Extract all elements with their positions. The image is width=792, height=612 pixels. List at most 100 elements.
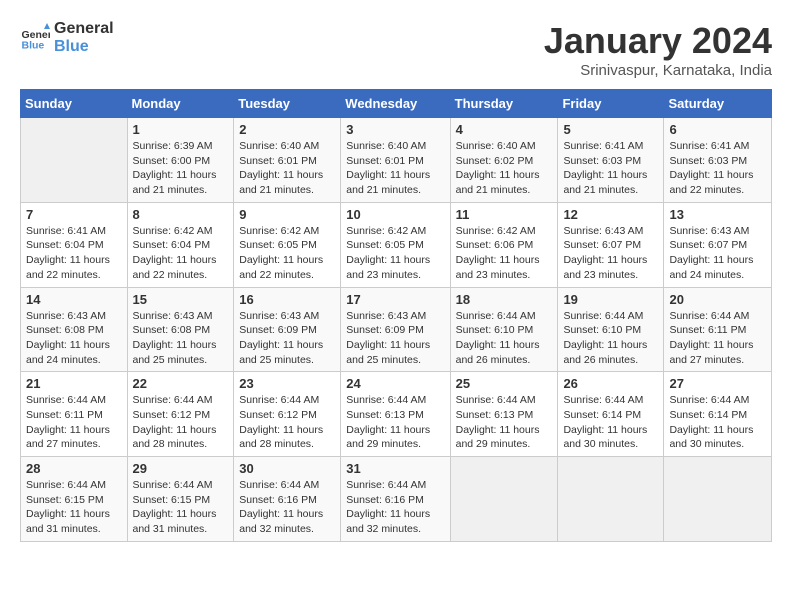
day-number: 6 xyxy=(669,122,766,137)
sunset-text: Sunset: 6:15 PM xyxy=(26,494,104,506)
sunrise-text: Sunrise: 6:44 AM xyxy=(133,394,213,406)
calendar-cell: 9 Sunrise: 6:42 AM Sunset: 6:05 PM Dayli… xyxy=(234,202,341,287)
sunrise-text: Sunrise: 6:44 AM xyxy=(346,479,426,491)
calendar-cell: 28 Sunrise: 6:44 AM Sunset: 6:15 PM Dayl… xyxy=(21,457,128,542)
calendar-cell: 13 Sunrise: 6:43 AM Sunset: 6:07 PM Dayl… xyxy=(664,202,772,287)
day-number: 1 xyxy=(133,122,229,137)
sunset-text: Sunset: 6:14 PM xyxy=(669,409,747,421)
day-info: Sunrise: 6:40 AM Sunset: 6:02 PM Dayligh… xyxy=(456,139,553,198)
sunset-text: Sunset: 6:08 PM xyxy=(26,324,104,336)
day-number: 25 xyxy=(456,376,553,391)
day-number: 7 xyxy=(26,207,122,222)
sunrise-text: Sunrise: 6:40 AM xyxy=(239,140,319,152)
sunset-text: Sunset: 6:13 PM xyxy=(456,409,534,421)
day-info: Sunrise: 6:42 AM Sunset: 6:05 PM Dayligh… xyxy=(239,224,335,283)
sunset-text: Sunset: 6:04 PM xyxy=(26,239,104,251)
calendar-cell: 14 Sunrise: 6:43 AM Sunset: 6:08 PM Dayl… xyxy=(21,287,128,372)
day-number: 3 xyxy=(346,122,444,137)
sunrise-text: Sunrise: 6:44 AM xyxy=(456,394,536,406)
daylight-text: Daylight: 11 hours and 22 minutes. xyxy=(133,254,217,281)
weekday-header-row: SundayMondayTuesdayWednesdayThursdayFrid… xyxy=(21,90,772,118)
day-info: Sunrise: 6:41 AM Sunset: 6:04 PM Dayligh… xyxy=(26,224,122,283)
calendar-cell: 30 Sunrise: 6:44 AM Sunset: 6:16 PM Dayl… xyxy=(234,457,341,542)
sunset-text: Sunset: 6:16 PM xyxy=(239,494,317,506)
day-info: Sunrise: 6:42 AM Sunset: 6:06 PM Dayligh… xyxy=(456,224,553,283)
sunrise-text: Sunrise: 6:41 AM xyxy=(26,225,106,237)
daylight-text: Daylight: 11 hours and 30 minutes. xyxy=(669,424,753,451)
calendar-cell: 26 Sunrise: 6:44 AM Sunset: 6:14 PM Dayl… xyxy=(558,372,664,457)
calendar-cell: 6 Sunrise: 6:41 AM Sunset: 6:03 PM Dayli… xyxy=(664,118,772,203)
day-info: Sunrise: 6:44 AM Sunset: 6:13 PM Dayligh… xyxy=(346,393,444,452)
daylight-text: Daylight: 11 hours and 22 minutes. xyxy=(26,254,110,281)
sunrise-text: Sunrise: 6:40 AM xyxy=(346,140,426,152)
sunset-text: Sunset: 6:14 PM xyxy=(563,409,641,421)
day-number: 26 xyxy=(563,376,658,391)
sunset-text: Sunset: 6:09 PM xyxy=(346,324,424,336)
calendar-cell: 22 Sunrise: 6:44 AM Sunset: 6:12 PM Dayl… xyxy=(127,372,234,457)
day-number: 14 xyxy=(26,292,122,307)
weekday-header-thursday: Thursday xyxy=(450,90,558,118)
daylight-text: Daylight: 11 hours and 25 minutes. xyxy=(346,339,430,366)
day-info: Sunrise: 6:44 AM Sunset: 6:14 PM Dayligh… xyxy=(563,393,658,452)
day-number: 12 xyxy=(563,207,658,222)
sunrise-text: Sunrise: 6:43 AM xyxy=(346,310,426,322)
weekday-header-wednesday: Wednesday xyxy=(341,90,450,118)
weekday-header-friday: Friday xyxy=(558,90,664,118)
calendar-header: SundayMondayTuesdayWednesdayThursdayFrid… xyxy=(21,90,772,118)
day-number: 8 xyxy=(133,207,229,222)
daylight-text: Daylight: 11 hours and 21 minutes. xyxy=(346,169,430,196)
day-number: 31 xyxy=(346,461,444,476)
day-number: 30 xyxy=(239,461,335,476)
daylight-text: Daylight: 11 hours and 32 minutes. xyxy=(346,508,430,535)
daylight-text: Daylight: 11 hours and 27 minutes. xyxy=(26,424,110,451)
calendar-cell xyxy=(21,118,128,203)
daylight-text: Daylight: 11 hours and 31 minutes. xyxy=(26,508,110,535)
daylight-text: Daylight: 11 hours and 27 minutes. xyxy=(669,339,753,366)
location-title: Srinivaspur, Karnataka, India xyxy=(544,62,772,79)
sunset-text: Sunset: 6:05 PM xyxy=(239,239,317,251)
calendar-week-row: 1 Sunrise: 6:39 AM Sunset: 6:00 PM Dayli… xyxy=(21,118,772,203)
sunset-text: Sunset: 6:01 PM xyxy=(239,155,317,167)
weekday-header-tuesday: Tuesday xyxy=(234,90,341,118)
sunrise-text: Sunrise: 6:43 AM xyxy=(239,310,319,322)
day-info: Sunrise: 6:44 AM Sunset: 6:16 PM Dayligh… xyxy=(346,478,444,537)
daylight-text: Daylight: 11 hours and 21 minutes. xyxy=(133,169,217,196)
daylight-text: Daylight: 11 hours and 26 minutes. xyxy=(456,339,540,366)
calendar-cell: 27 Sunrise: 6:44 AM Sunset: 6:14 PM Dayl… xyxy=(664,372,772,457)
sunset-text: Sunset: 6:01 PM xyxy=(346,155,424,167)
day-info: Sunrise: 6:44 AM Sunset: 6:15 PM Dayligh… xyxy=(26,478,122,537)
day-info: Sunrise: 6:43 AM Sunset: 6:08 PM Dayligh… xyxy=(26,309,122,368)
sunset-text: Sunset: 6:03 PM xyxy=(669,155,747,167)
calendar-cell: 3 Sunrise: 6:40 AM Sunset: 6:01 PM Dayli… xyxy=(341,118,450,203)
day-number: 27 xyxy=(669,376,766,391)
calendar-week-row: 7 Sunrise: 6:41 AM Sunset: 6:04 PM Dayli… xyxy=(21,202,772,287)
sunrise-text: Sunrise: 6:43 AM xyxy=(26,310,106,322)
calendar-cell: 19 Sunrise: 6:44 AM Sunset: 6:10 PM Dayl… xyxy=(558,287,664,372)
calendar-cell xyxy=(450,457,558,542)
day-number: 29 xyxy=(133,461,229,476)
day-number: 19 xyxy=(563,292,658,307)
logo-general-text: General xyxy=(54,20,114,38)
calendar-cell: 29 Sunrise: 6:44 AM Sunset: 6:15 PM Dayl… xyxy=(127,457,234,542)
daylight-text: Daylight: 11 hours and 30 minutes. xyxy=(563,424,647,451)
sunset-text: Sunset: 6:02 PM xyxy=(456,155,534,167)
daylight-text: Daylight: 11 hours and 23 minutes. xyxy=(563,254,647,281)
logo-icon: General Blue xyxy=(20,23,50,53)
day-info: Sunrise: 6:44 AM Sunset: 6:10 PM Dayligh… xyxy=(456,309,553,368)
sunrise-text: Sunrise: 6:44 AM xyxy=(563,310,643,322)
sunset-text: Sunset: 6:06 PM xyxy=(456,239,534,251)
day-number: 13 xyxy=(669,207,766,222)
weekday-header-monday: Monday xyxy=(127,90,234,118)
daylight-text: Daylight: 11 hours and 28 minutes. xyxy=(133,424,217,451)
calendar-body: 1 Sunrise: 6:39 AM Sunset: 6:00 PM Dayli… xyxy=(21,118,772,542)
calendar-cell: 11 Sunrise: 6:42 AM Sunset: 6:06 PM Dayl… xyxy=(450,202,558,287)
calendar-cell: 2 Sunrise: 6:40 AM Sunset: 6:01 PM Dayli… xyxy=(234,118,341,203)
day-number: 21 xyxy=(26,376,122,391)
day-info: Sunrise: 6:43 AM Sunset: 6:09 PM Dayligh… xyxy=(346,309,444,368)
day-info: Sunrise: 6:44 AM Sunset: 6:10 PM Dayligh… xyxy=(563,309,658,368)
page-header: General Blue General Blue January 2024 S… xyxy=(20,20,772,79)
sunset-text: Sunset: 6:09 PM xyxy=(239,324,317,336)
daylight-text: Daylight: 11 hours and 22 minutes. xyxy=(239,254,323,281)
day-info: Sunrise: 6:39 AM Sunset: 6:00 PM Dayligh… xyxy=(133,139,229,198)
sunrise-text: Sunrise: 6:42 AM xyxy=(456,225,536,237)
